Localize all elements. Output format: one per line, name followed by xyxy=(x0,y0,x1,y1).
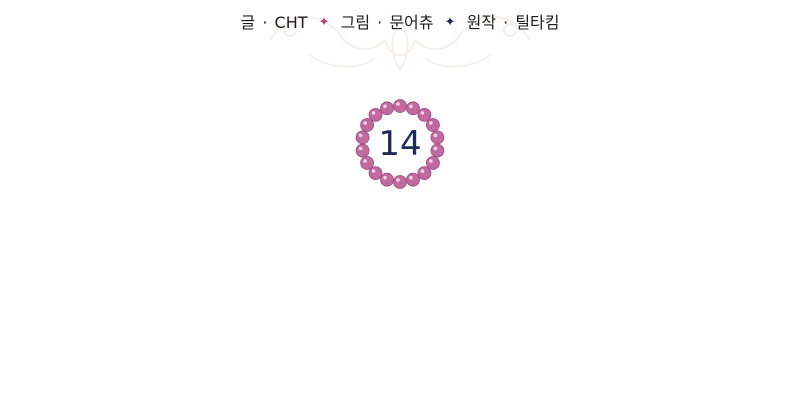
pink-star-icon: ✦ xyxy=(318,14,330,30)
writer-label: 글 xyxy=(240,12,256,32)
chapter-number: 14 xyxy=(378,124,422,164)
original-name: 틸타킴 xyxy=(515,12,560,32)
navy-star-icon: ✦ xyxy=(444,14,456,30)
separator: · xyxy=(503,12,509,32)
chapter-badge: 14 xyxy=(355,99,445,189)
separator: · xyxy=(262,12,268,32)
writer-name: CHT xyxy=(274,12,308,32)
original-label: 원작 xyxy=(466,12,497,32)
artist-name: 문어츄 xyxy=(389,12,434,32)
separator: · xyxy=(377,12,383,32)
credits-line: 글 · CHT ✦ 그림 · 문어츄 ✦ 원작 · 틸타킴 xyxy=(0,10,800,35)
artist-label: 그림 xyxy=(340,12,371,32)
